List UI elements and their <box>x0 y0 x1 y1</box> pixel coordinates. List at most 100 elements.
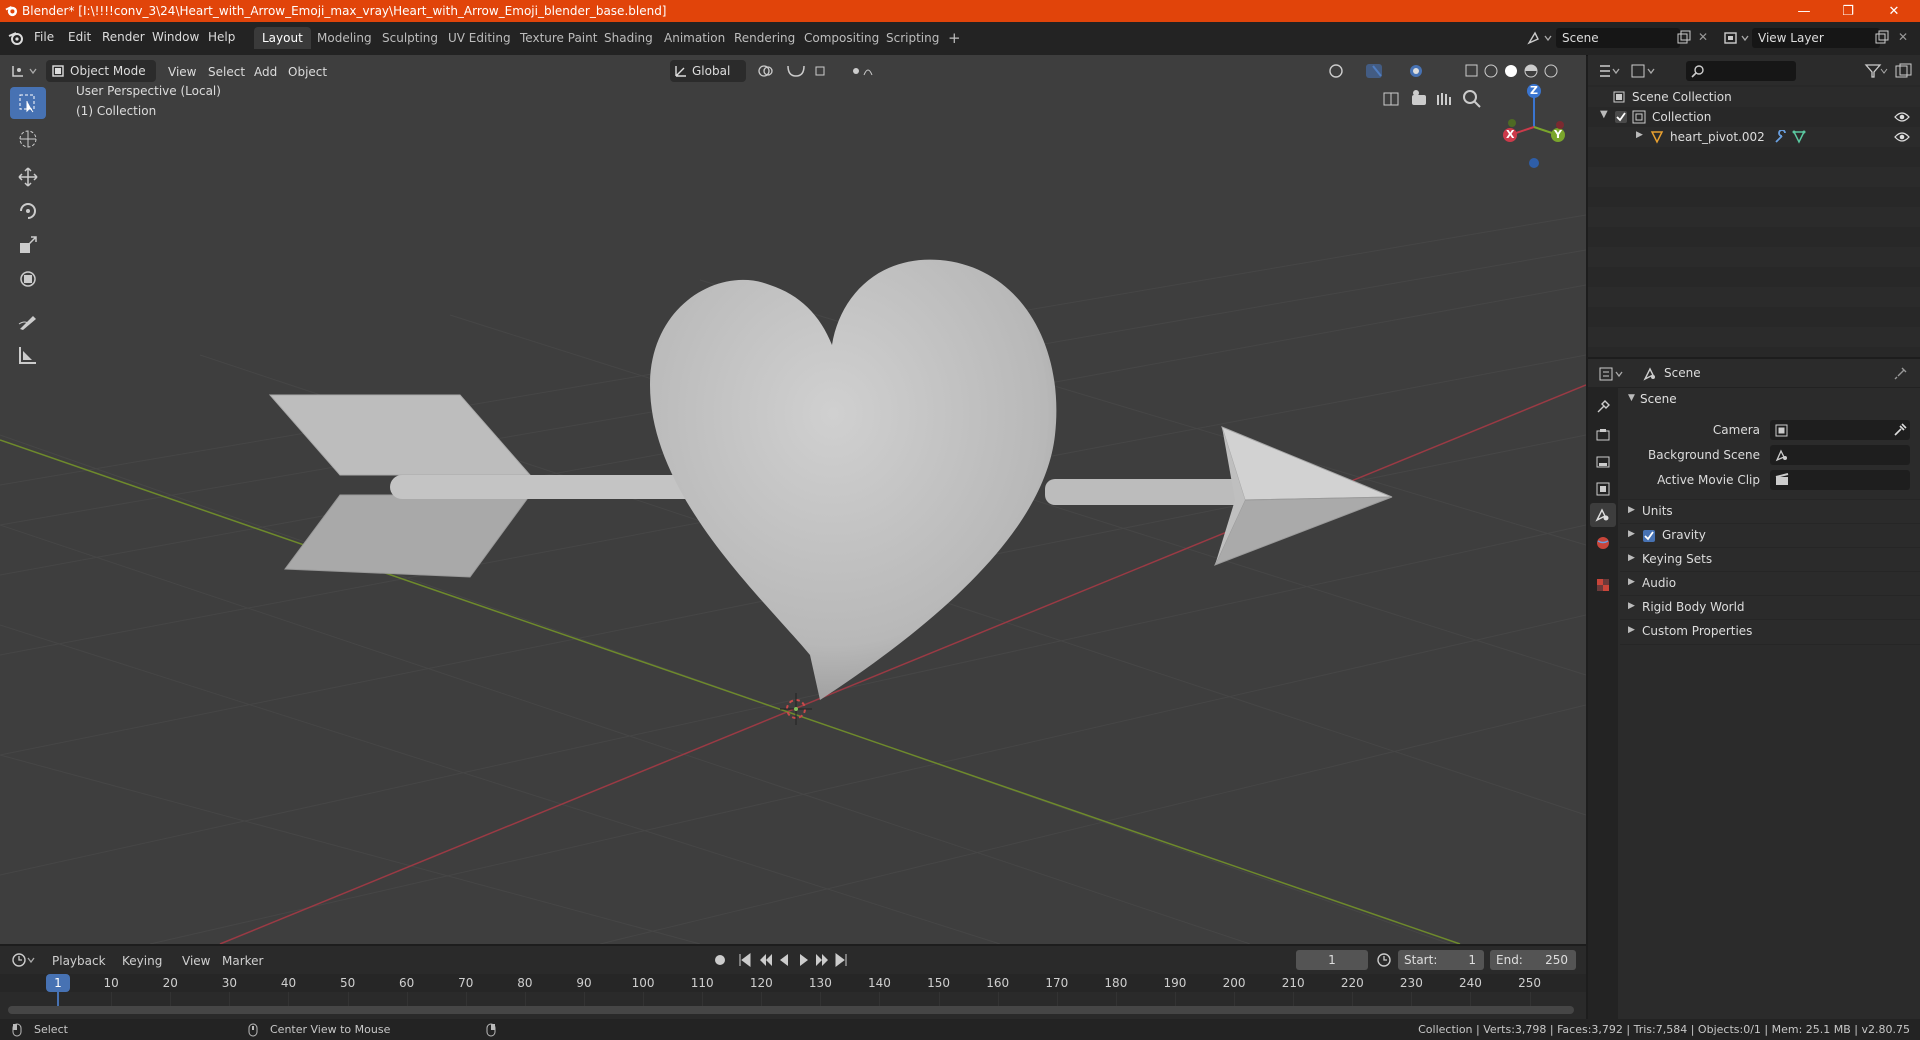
timeline-tick-line <box>229 992 231 1006</box>
properties-context-label: Scene <box>1664 366 1701 380</box>
panel-keying-sets[interactable]: ▶ Keying Sets <box>1620 547 1920 572</box>
tab-compositing[interactable]: Compositing <box>796 27 887 49</box>
navigation-buttons[interactable] <box>1380 87 1490 111</box>
output-tab-icon[interactable] <box>1595 454 1611 470</box>
outliner-row-scene-collection[interactable]: Scene Collection <box>1588 87 1920 107</box>
pin-icon[interactable] <box>1894 366 1908 380</box>
menu-help[interactable]: Help <box>208 30 235 44</box>
view-layer-tab-icon[interactable] <box>1595 481 1611 497</box>
panel-rigid-body-world[interactable]: ▶ Rigid Body World <box>1620 595 1920 620</box>
object-expand-icon[interactable]: ▶ <box>1636 130 1643 140</box>
tab-shading[interactable]: Shading <box>596 27 661 49</box>
status-center-view-hint: Center View to Mouse <box>270 1023 391 1036</box>
scene-panel-collapse-icon[interactable]: ▼ <box>1628 393 1635 403</box>
view-layer-selector-icon[interactable] <box>1722 29 1752 47</box>
viewport-menu-add[interactable]: Add <box>254 65 277 79</box>
modifier-wrench-icon[interactable] <box>1774 130 1788 144</box>
select-box-icon <box>19 94 35 113</box>
playhead-frame-indicator[interactable]: 1 <box>46 974 70 992</box>
timeline-menu-keying[interactable]: Keying <box>122 954 162 968</box>
new-scene-icon[interactable] <box>1676 30 1692 46</box>
move-tool[interactable] <box>10 161 46 193</box>
panel-audio[interactable]: ▶ Audio <box>1620 571 1920 596</box>
timeline-editor-type-icon[interactable] <box>10 951 40 969</box>
annotate-tool[interactable] <box>10 305 46 337</box>
menu-file[interactable]: File <box>34 30 54 44</box>
timeline-menu-playback[interactable]: Playback <box>52 954 106 968</box>
collection-expand-icon[interactable]: ▼ <box>1600 109 1608 120</box>
playback-controls[interactable] <box>712 951 856 969</box>
viewport-menu-view[interactable]: View <box>168 65 196 79</box>
new-view-layer-icon[interactable] <box>1874 30 1890 46</box>
timeline-tick-line <box>643 992 645 1006</box>
camera-field[interactable] <box>1770 420 1910 440</box>
viewport-menu-object[interactable]: Object <box>288 65 327 79</box>
timeline-editor[interactable]: Playback Keying View Marker 1 Start: 1 E… <box>0 946 1586 1019</box>
delete-scene-icon[interactable]: ✕ <box>1698 30 1708 44</box>
scene-name-field[interactable]: Scene <box>1556 28 1680 48</box>
render-tab-icon[interactable] <box>1595 427 1611 443</box>
timeline-menu-view[interactable]: View <box>182 954 210 968</box>
current-frame-field[interactable]: 1 <box>1296 950 1368 970</box>
timeline-tick-line <box>1234 992 1236 1006</box>
tab-animation[interactable]: Animation <box>656 27 733 49</box>
object-visibility-eye-icon[interactable] <box>1894 131 1910 143</box>
transform-tool[interactable] <box>10 263 46 295</box>
end-frame-value: 250 <box>1545 953 1568 967</box>
panel-custom-properties[interactable]: ▶ Custom Properties <box>1620 619 1920 645</box>
rotate-tool[interactable] <box>10 195 46 227</box>
end-frame-field[interactable]: End: 250 <box>1490 950 1576 970</box>
menu-window[interactable]: Window <box>152 30 199 44</box>
timeline-tick-label: 180 <box>1104 976 1128 990</box>
tab-modeling[interactable]: Modeling <box>309 27 380 49</box>
outliner-filter-icon[interactable] <box>1864 63 1914 79</box>
editor-type-icon[interactable] <box>10 62 42 80</box>
tab-rendering[interactable]: Rendering <box>726 27 803 49</box>
preview-range-clock-icon[interactable] <box>1376 952 1392 968</box>
gravity-checkbox-icon[interactable] <box>1642 529 1656 543</box>
timeline-menu-marker[interactable]: Marker <box>222 954 263 968</box>
scene-selector-icon[interactable] <box>1526 29 1554 47</box>
delete-view-layer-icon[interactable]: ✕ <box>1898 30 1908 44</box>
minimize-button[interactable]: — <box>1782 0 1826 22</box>
scene-panel-title[interactable]: Scene <box>1640 392 1677 406</box>
background-scene-field[interactable] <box>1770 445 1910 465</box>
world-tab-icon[interactable] <box>1595 535 1611 551</box>
outliner-editor-type-icon[interactable] <box>1598 62 1656 80</box>
tab-uv-editing[interactable]: UV Editing <box>440 27 519 49</box>
select-box-tool[interactable] <box>10 87 46 119</box>
active-movie-clip-field[interactable] <box>1770 470 1910 490</box>
tab-texture-paint[interactable]: Texture Paint <box>512 27 605 49</box>
properties-editor-type-icon[interactable] <box>1598 365 1628 383</box>
tab-scripting[interactable]: Scripting <box>878 27 947 49</box>
tool-settings-tab-icon[interactable] <box>1595 399 1611 415</box>
menu-render[interactable]: Render <box>102 30 145 44</box>
view-layer-name-field[interactable]: View Layer <box>1752 28 1880 48</box>
start-frame-field[interactable]: Start: 1 <box>1398 950 1484 970</box>
collection-checkbox-icon[interactable] <box>1614 110 1628 124</box>
tab-sculpting[interactable]: Sculpting <box>374 27 446 49</box>
mesh-data-icon[interactable] <box>1792 130 1806 144</box>
pivot-snap-proportional-icons[interactable] <box>756 63 876 79</box>
properties-tabs <box>1588 387 1618 1019</box>
menu-edit[interactable]: Edit <box>68 30 91 44</box>
measure-tool[interactable] <box>10 339 46 371</box>
close-button[interactable]: ✕ <box>1872 0 1916 22</box>
maximize-button[interactable]: ❐ <box>1826 0 1870 22</box>
tab-layout[interactable]: Layout <box>254 27 311 49</box>
panel-gravity[interactable]: ▶ Gravity <box>1620 523 1920 548</box>
collection-visibility-eye-icon[interactable] <box>1894 111 1910 123</box>
panel-units[interactable]: ▶ Units <box>1620 499 1920 524</box>
outliner-row-collection[interactable]: ▼ Collection <box>1588 107 1920 127</box>
texture-tab-icon[interactable] <box>1595 577 1611 593</box>
cursor-tool[interactable] <box>10 123 46 155</box>
outliner-row-object[interactable]: ▶ heart_pivot.002 <box>1588 127 1920 147</box>
blender-menu-icon[interactable] <box>8 31 24 45</box>
viewport-menu-select[interactable]: Select <box>208 65 245 79</box>
viewport-display-controls[interactable] <box>1326 62 1586 80</box>
3d-viewport[interactable]: Object Mode View Select Add Object Globa… <box>0 55 1586 944</box>
timeline-scrollbar[interactable] <box>8 1006 1574 1014</box>
add-workspace-button[interactable]: + <box>940 27 969 49</box>
eyedropper-icon[interactable] <box>1893 423 1907 437</box>
scale-tool[interactable] <box>10 229 46 261</box>
